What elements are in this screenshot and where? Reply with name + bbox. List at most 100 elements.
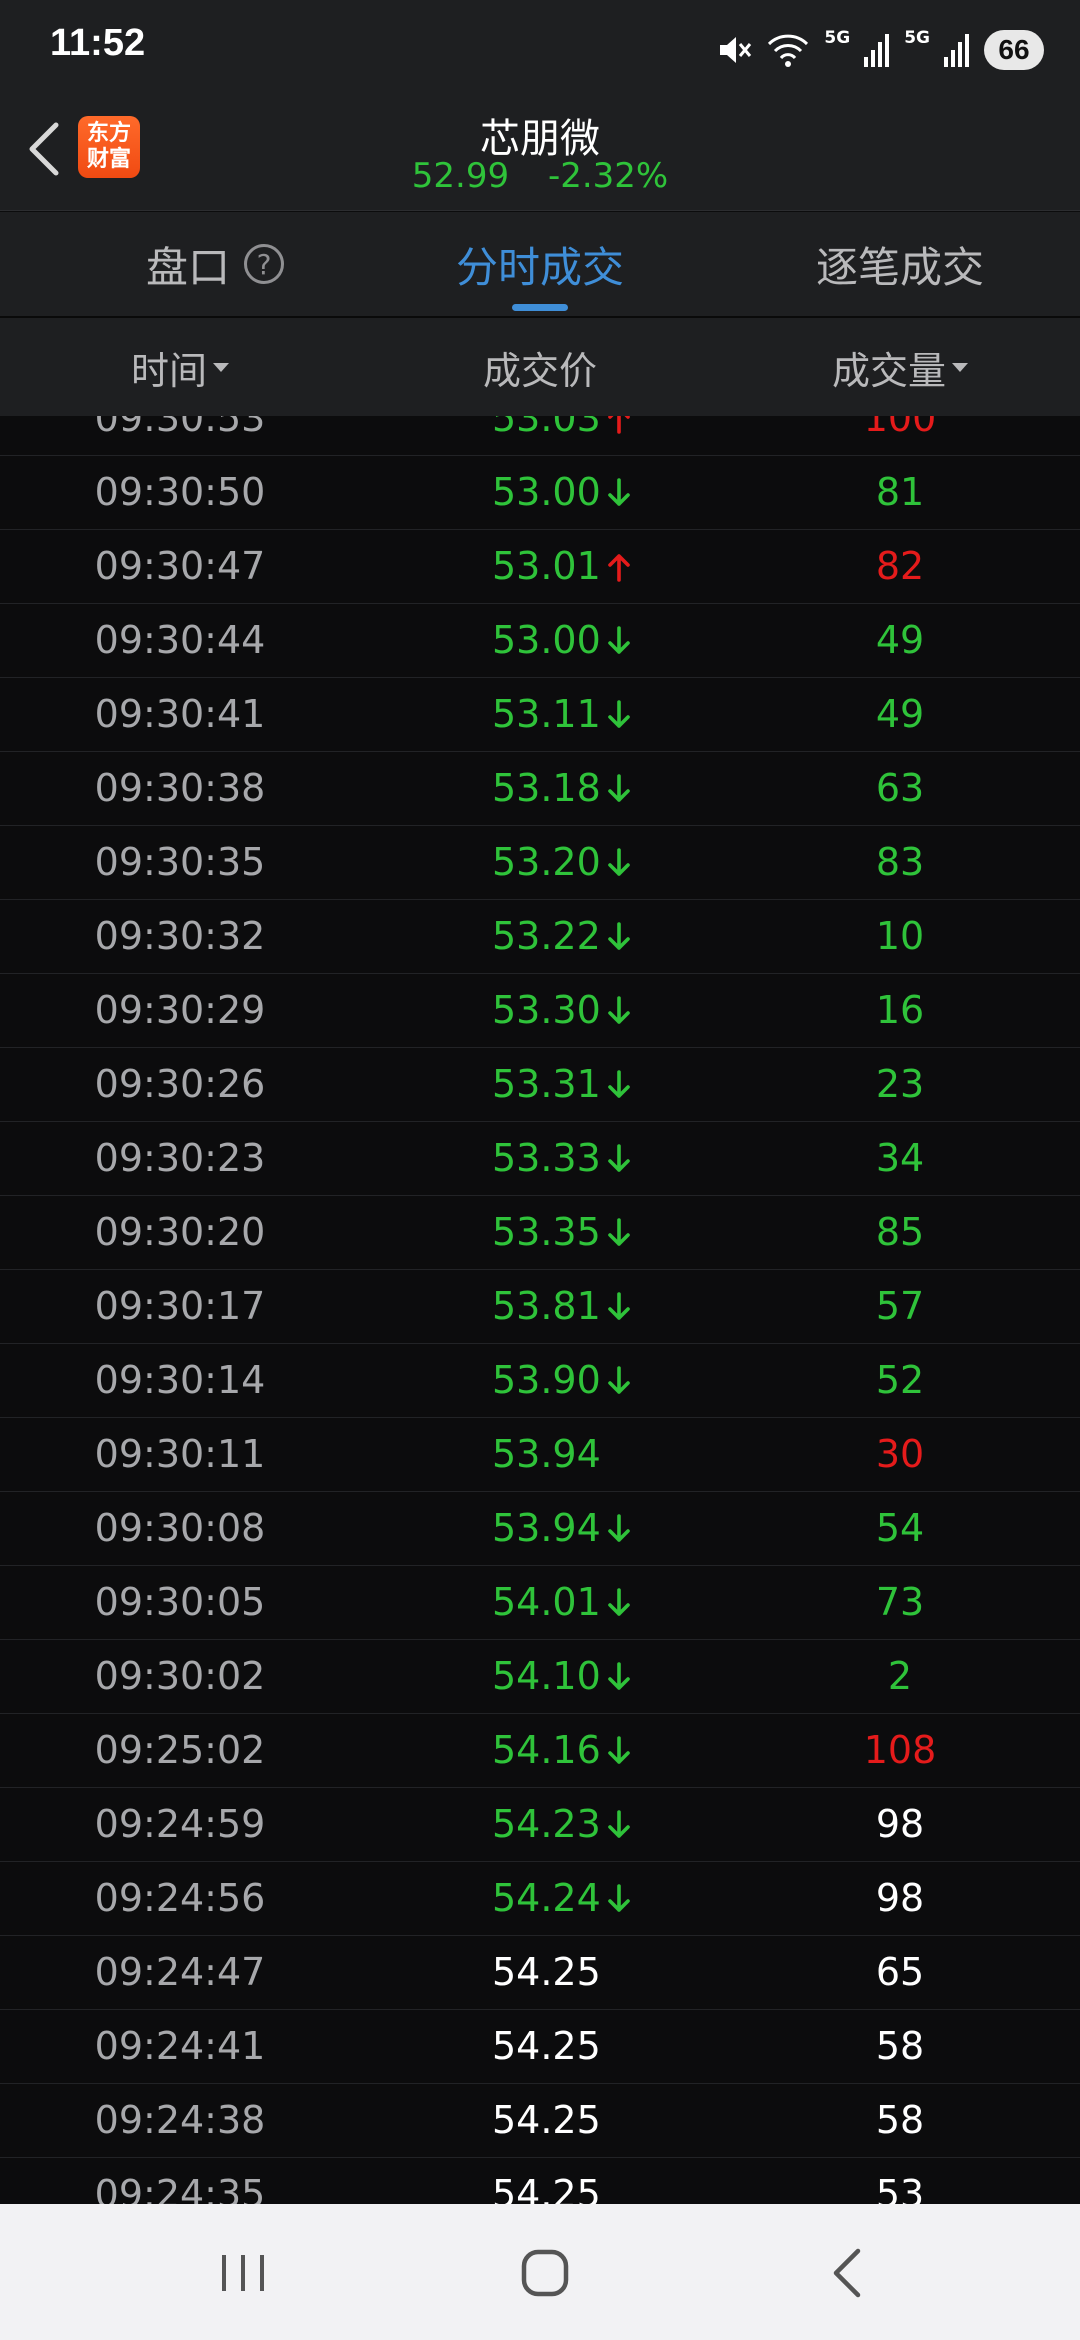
trade-time: 09:25:02 <box>94 1728 266 1772</box>
trade-row: 09:30:29 53.30 16 <box>0 974 1080 1048</box>
trade-row: 09:24:59 54.23 98 <box>0 1788 1080 1862</box>
trade-volume: 23 <box>875 1062 925 1106</box>
trade-time: 09:30:02 <box>94 1654 266 1698</box>
arrow-down-icon <box>607 1365 630 1394</box>
trade-time: 09:30:20 <box>94 1210 266 1254</box>
trade-price: 54.16 <box>492 1714 633 1787</box>
trade-price-value: 53.31 <box>492 1062 601 1106</box>
column-header-volume[interactable]: 成交量 <box>720 318 1080 416</box>
trade-time: 09:30:41 <box>94 692 266 736</box>
arrow-down-icon <box>607 1587 630 1616</box>
trade-row: 09:24:41 54.25 58 <box>0 2010 1080 2084</box>
trade-volume: 49 <box>875 618 925 662</box>
help-icon[interactable]: ? <box>244 244 284 284</box>
trade-time: 09:30:23 <box>94 1136 266 1180</box>
arrow-down-icon <box>607 1513 630 1542</box>
trade-row: 09:24:56 54.24 98 <box>0 1862 1080 1936</box>
trade-row: 09:30:14 53.90 52 <box>0 1344 1080 1418</box>
arrow-down-icon <box>607 1069 630 1098</box>
trade-price: 54.23 <box>492 1788 633 1861</box>
home-button[interactable] <box>505 2238 585 2308</box>
trade-price: 53.81 <box>492 1270 633 1343</box>
stock-quote: 52.99 -2.32% <box>0 156 1080 196</box>
trade-price-value: 53.35 <box>492 1210 601 1254</box>
trade-row: 09:30:50 53.00 81 <box>0 456 1080 530</box>
trade-row: 09:30:20 53.35 85 <box>0 1196 1080 1270</box>
trade-time: 09:30:14 <box>94 1358 266 1402</box>
tab-order-book-label: 盘口 <box>145 242 230 292</box>
tab-time-trades[interactable]: 分时成交 <box>400 212 680 316</box>
trade-price-value: 53.01 <box>492 544 601 588</box>
trade-row: 09:25:02 54.16 108 <box>0 1714 1080 1788</box>
arrow-down-icon <box>607 1291 630 1320</box>
arrow-up-icon <box>607 553 630 582</box>
back-nav-button[interactable] <box>808 2238 888 2308</box>
trade-row: 09:30:35 53.20 83 <box>0 826 1080 900</box>
trade-volume: 108 <box>863 1728 937 1772</box>
trade-time: 09:30:32 <box>94 914 266 958</box>
trade-time: 09:30:17 <box>94 1284 266 1328</box>
trade-price-value: 53.90 <box>492 1358 601 1402</box>
trade-price-value: 53.11 <box>492 692 601 736</box>
trade-volume: 98 <box>875 1876 925 1920</box>
trade-price: 53.18 <box>492 752 633 825</box>
column-header-price-label: 成交价 <box>482 348 597 393</box>
tab-tick-trades[interactable]: 逐笔成交 <box>760 212 1040 316</box>
trade-price-value: 54.01 <box>492 1580 601 1624</box>
trade-volume: 82 <box>875 544 925 588</box>
trade-list-viewport[interactable]: 09:30:53 53.03 100 09:30:50 53.00 81 09:30:47 5… <box>0 416 1080 2204</box>
trade-price: 54.10 <box>492 1640 633 1713</box>
trade-row: 09:30:23 53.33 34 <box>0 1122 1080 1196</box>
trade-time: 09:30:50 <box>94 470 266 514</box>
trade-price-value: 53.00 <box>492 618 601 662</box>
trade-row: 09:30:38 53.18 63 <box>0 752 1080 826</box>
arrow-down-icon <box>607 847 630 876</box>
trade-volume: 85 <box>875 1210 925 1254</box>
tab-bar: 盘口 ? 分时成交 逐笔成交 <box>0 212 1080 318</box>
trade-row: 09:24:35 54.25 53 <box>0 2158 1080 2204</box>
recents-icon <box>222 2255 264 2291</box>
trade-time: 09:30:47 <box>94 544 266 588</box>
trade-volume: 81 <box>875 470 925 514</box>
arrow-down-icon <box>607 773 630 802</box>
trade-row: 09:30:44 53.00 49 <box>0 604 1080 678</box>
trade-price: 53.11 <box>492 678 633 751</box>
arrow-down-icon <box>607 477 630 506</box>
arrow-down-icon <box>607 625 630 654</box>
trade-price: 54.25 <box>492 1936 601 2009</box>
trade-row: 09:30:47 53.01 82 <box>0 530 1080 604</box>
trade-row: 09:30:11 53.94 30 <box>0 1418 1080 1492</box>
tab-order-book[interactable]: 盘口 ? <box>70 212 360 316</box>
trade-time: 09:30:05 <box>94 1580 266 1624</box>
trade-price-value: 53.18 <box>492 766 601 810</box>
trade-volume: 49 <box>875 692 925 736</box>
trade-price-value: 53.81 <box>492 1284 601 1328</box>
trade-volume: 98 <box>875 1802 925 1846</box>
trade-price: 53.03 <box>492 416 633 455</box>
trade-volume: 53 <box>875 2172 925 2204</box>
trade-row: 09:30:41 53.11 49 <box>0 678 1080 752</box>
trade-price-value: 54.24 <box>492 1876 601 1920</box>
signal-icon <box>864 34 890 67</box>
battery-indicator: 66 <box>984 30 1044 70</box>
column-header-time[interactable]: 时间 <box>0 318 360 416</box>
trade-price: 53.22 <box>492 900 633 973</box>
system-nav-bar <box>0 2204 1080 2340</box>
trade-volume: 58 <box>875 2024 925 2068</box>
back-icon <box>833 2248 861 2298</box>
wifi-icon <box>768 34 809 67</box>
trade-time: 09:30:08 <box>94 1506 266 1550</box>
trade-price-value: 54.10 <box>492 1654 601 1698</box>
arrow-down-icon <box>607 1217 630 1246</box>
trade-time: 09:30:35 <box>94 840 266 884</box>
trade-price-value: 53.20 <box>492 840 601 884</box>
trade-row: 09:30:05 54.01 73 <box>0 1566 1080 1640</box>
trade-price-value: 53.94 <box>492 1432 601 1476</box>
trade-volume: 16 <box>875 988 925 1032</box>
status-bar: 11:52 5G 5G 66 <box>0 0 1080 100</box>
active-tab-indicator <box>512 304 568 311</box>
trade-price: 53.33 <box>492 1122 633 1195</box>
trade-price: 53.94 <box>492 1492 633 1565</box>
recents-button[interactable] <box>203 2238 283 2308</box>
trade-price-value: 54.25 <box>492 1950 601 1994</box>
